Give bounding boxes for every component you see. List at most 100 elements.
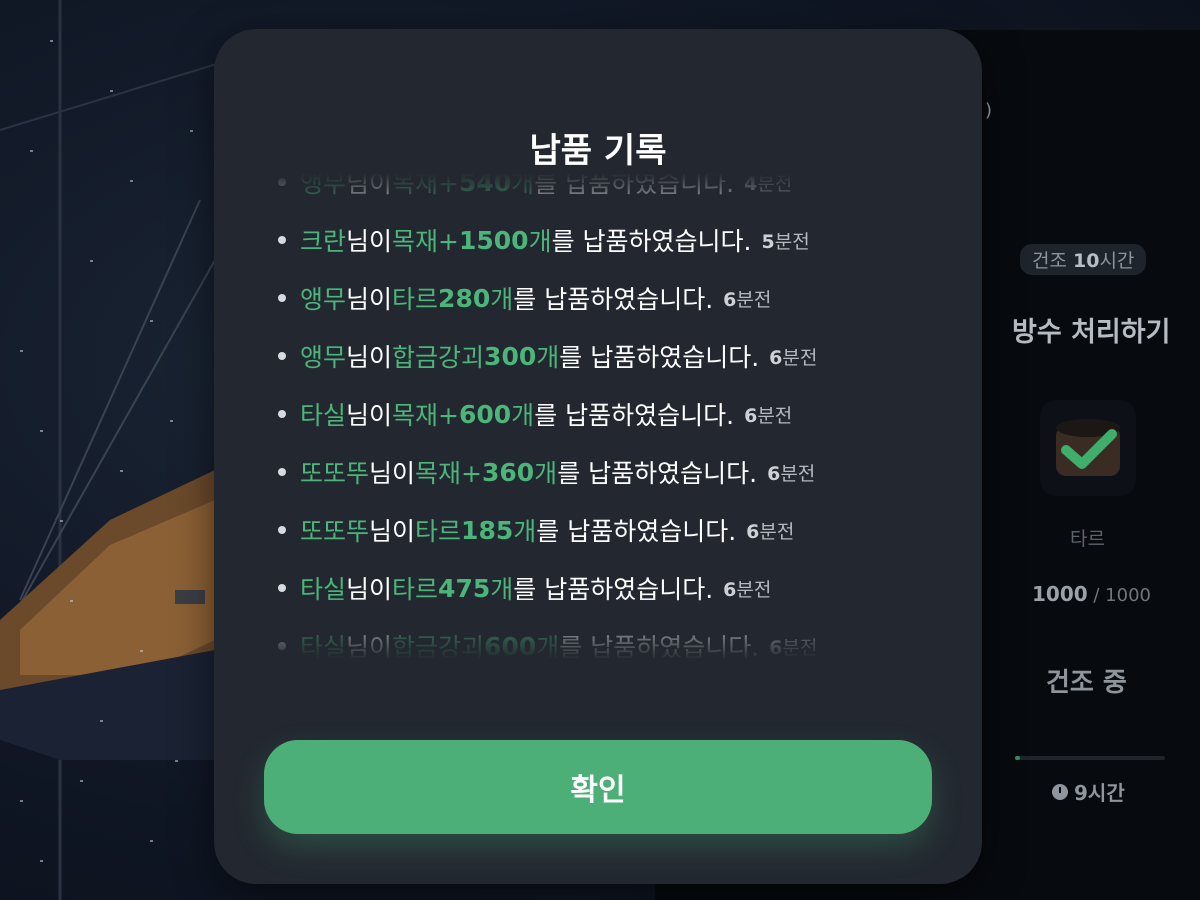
background-sparkle: [140, 650, 143, 652]
delivery-log-list: 앵무 님이 목재+ 540 개 를 납품하였습니다. 4분전 크란 님이 목재+ 1500 개…: [274, 167, 954, 667]
player-name: 또또뚜: [300, 517, 370, 546]
log-entry: 앵무 님이 합금강괴 300 개 를 납품하였습니다. 6분전: [274, 327, 954, 385]
text-segment: 를 납품하였습니다.: [557, 459, 758, 488]
quantity: 1500: [458, 225, 529, 255]
background-sparkle: [190, 130, 193, 132]
player-name: 앵무: [300, 343, 347, 372]
elapsed-time: 6분전: [746, 517, 794, 544]
count-total: / 1000: [1087, 585, 1151, 606]
background-sparkle: [130, 180, 133, 182]
delivery-log-modal: 납품 기록 앵무 님이 목재+ 540 개 를 납품하였습니다. 4분전 크란 님이 목재+…: [214, 29, 982, 884]
elapsed-time-number: 6: [769, 636, 783, 659]
tar-item-icon: [1040, 400, 1136, 496]
player-name: 또또뚜: [300, 459, 370, 488]
text-segment: 님이: [369, 517, 416, 546]
log-entry: 앵무 님이 타르 280 개 를 납품하였습니다. 6분전: [274, 269, 954, 327]
ship-illustration: [0, 0, 231, 900]
log-entry: 타실 님이 목재+ 600 개 를 납품하였습니다. 6분전: [274, 385, 954, 443]
elapsed-time-number: 6: [744, 404, 758, 427]
quantity-unit: 개: [490, 575, 514, 604]
elapsed-time-number: 6: [767, 462, 781, 485]
item-name: 목재+: [392, 169, 459, 198]
text-segment: 를 납품하였습니다.: [559, 343, 760, 372]
text-segment: 님이: [346, 575, 393, 604]
text-segment: 를 납품하였습니다.: [534, 169, 735, 198]
elapsed-time-unit: 분전: [757, 404, 793, 427]
elapsed-time: 5분전: [762, 227, 810, 254]
log-entry: 또또뚜 님이 타르 185 개 를 납품하였습니다. 6분전: [274, 501, 954, 559]
elapsed-time: 6분전: [769, 343, 817, 370]
delivery-log-scroll-area[interactable]: 앵무 님이 목재+ 540 개 를 납품하였습니다. 4분전 크란 님이 목재+ 1500 개…: [274, 167, 954, 667]
background-sparkle: [20, 350, 23, 352]
background-sparkle: [70, 600, 73, 602]
elapsed-time-number: 6: [769, 346, 783, 369]
text-segment: 님이: [346, 343, 393, 372]
elapsed-time-unit: 분전: [757, 172, 793, 195]
background-sparkle: [50, 40, 53, 42]
background-sparkle: [110, 90, 113, 92]
quantity: 185: [461, 515, 514, 545]
timer-text: 9시간: [1074, 781, 1125, 805]
elapsed-time: 4분전: [744, 169, 792, 196]
elapsed-time: 6분전: [767, 459, 815, 486]
background-sparkle: [150, 320, 153, 322]
elapsed-time: 6분전: [723, 575, 771, 602]
log-entry: 타실 님이 타르 475 개 를 납품하였습니다. 6분전: [274, 559, 954, 617]
bullet-icon: [278, 352, 286, 360]
bullet-icon: [278, 468, 286, 476]
player-name: 앵무: [300, 169, 347, 198]
elapsed-time-unit: 분전: [780, 462, 816, 485]
player-name: 타실: [300, 633, 347, 662]
badge-unit: 시간: [1099, 250, 1135, 272]
background-sparkle: [90, 260, 93, 262]
count-current: 1000: [1032, 582, 1088, 606]
quantity: 475: [438, 573, 491, 603]
quantity-unit: 개: [528, 227, 552, 256]
background-sparkle: [30, 150, 33, 152]
quantity-unit: 개: [513, 517, 537, 546]
item-name: 타르: [415, 517, 462, 546]
clock-icon: [1052, 783, 1068, 800]
elapsed-time-number: 6: [723, 288, 737, 311]
quantity-unit: 개: [511, 169, 535, 198]
build-progress-fill: [1015, 756, 1020, 760]
elapsed-time-number: 6: [746, 520, 760, 543]
quantity: 600: [484, 631, 537, 661]
item-name: 합금강괴: [392, 633, 485, 662]
item-name: 타르: [392, 575, 439, 604]
text-segment: 를 납품하였습니다.: [536, 517, 737, 546]
quantity-unit: 개: [511, 401, 535, 430]
log-entry: 또또뚜 님이 목재+ 360 개 를 납품하였습니다. 6분전: [274, 443, 954, 501]
task-title: 방수 처리하기: [1012, 317, 1171, 348]
quantity-unit: 개: [536, 343, 560, 372]
item-name: 목재+: [415, 459, 482, 488]
elapsed-time-unit: 분전: [759, 520, 795, 543]
quantity-unit: 개: [536, 633, 560, 662]
bullet-icon: [278, 236, 286, 244]
confirm-button[interactable]: 확인: [264, 740, 932, 834]
build-duration-badge: 건조 10시간: [1020, 244, 1147, 275]
item-name: 타르: [392, 285, 439, 314]
player-name: 앵무: [300, 285, 347, 314]
elapsed-time-unit: 분전: [736, 578, 772, 601]
build-status: 건조 중: [1046, 668, 1127, 698]
bullet-icon: [278, 584, 286, 592]
background-sparkle: [150, 840, 153, 842]
elapsed-time: 6분전: [769, 633, 817, 660]
quantity: 540: [458, 167, 512, 197]
quantity-unit: 개: [534, 459, 558, 488]
bullet-icon: [278, 410, 286, 418]
quantity: 360: [481, 457, 535, 487]
checkmark-icon: [1056, 419, 1120, 476]
item-name: 타르: [1070, 528, 1105, 550]
bullet-icon: [278, 526, 286, 534]
bullet-icon: [278, 178, 286, 186]
elapsed-time: 6분전: [723, 285, 771, 312]
modal-title: 납품 기록: [529, 131, 667, 171]
background-sparkle: [40, 860, 43, 862]
text-segment: 님이: [346, 227, 393, 256]
text-segment: 를 납품하였습니다.: [513, 285, 714, 314]
elapsed-time-unit: 분전: [774, 230, 810, 253]
quantity: 280: [438, 283, 491, 313]
elapsed-time-unit: 분전: [782, 346, 818, 369]
